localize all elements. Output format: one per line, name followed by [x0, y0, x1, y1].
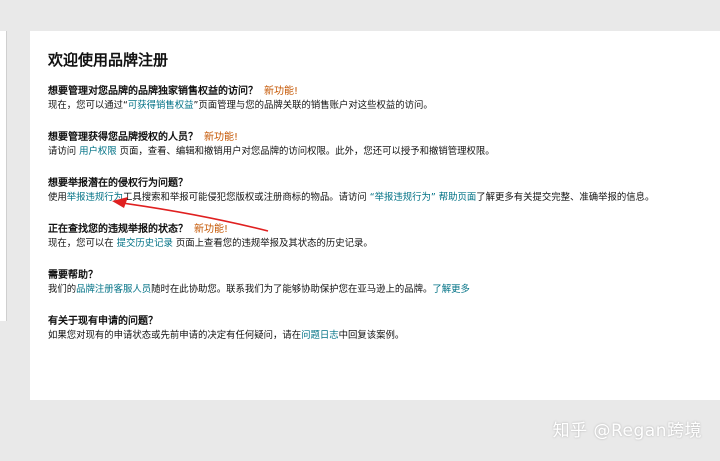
case-log-link[interactable]: 问题日志: [301, 330, 339, 341]
section-description: 如果您对现有的申请状态或先前申请的决定有任何疑问，请在问题日志中回复该案例。: [48, 330, 405, 341]
new-feature-badge: 新功能!: [194, 224, 229, 235]
brand-registry-welcome-card: 欢迎使用品牌注册 想要管理对您品牌的品牌独家销售权益的访问？ 新功能! 现在，您可…: [30, 31, 720, 400]
page-title: 欢迎使用品牌注册: [48, 51, 169, 69]
section-question: 想要管理获得您品牌授权的人员？ 新功能!: [48, 132, 239, 143]
section-question: 想要举报潜在的侵权行为问题？: [48, 178, 188, 189]
section-description: 现在，您可以在 提交历史记录 页面上查看您的违规举报及其状态的历史记录。: [48, 238, 373, 249]
section-question: 想要管理对您品牌的品牌独家销售权益的访问？ 新功能!: [48, 86, 299, 97]
report-violation-help-link[interactable]: “举报违规行为” 帮助页面: [370, 192, 476, 203]
section-report-infringement: 想要举报潜在的侵权行为问题？ 使用举报违规行为工具搜索和举报可能侵犯您版权或注册…: [48, 177, 720, 204]
section-question: 有关于现有申请的问题？: [48, 316, 158, 327]
report-violation-link[interactable]: 举报违规行为: [67, 192, 123, 203]
brand-registry-support-link[interactable]: 品牌注册客服人员: [76, 284, 151, 295]
section-description: 现在，您可以通过“可获得销售权益”页面管理与您的品牌关联的销售账户对这些权益的访…: [48, 100, 433, 111]
section-question: 正在查找您的违规举报的状态？ 新功能!: [48, 224, 229, 235]
zhihu-watermark: 知乎 @Regan跨境: [552, 421, 702, 441]
section-user-permissions: 想要管理获得您品牌授权的人员？ 新功能! 请访问 用户权限 页面，查看、编辑和撤销…: [48, 131, 720, 158]
section-question: 需要帮助？: [48, 270, 98, 281]
section-description: 使用举报违规行为工具搜索和举报可能侵犯您版权或注册商标的物品。请访问 “举报违规…: [48, 192, 655, 203]
left-panel: [0, 31, 7, 321]
section-description: 请访问 用户权限 页面，查看、编辑和撤销用户对您品牌的访问权限。此外，您还可以授…: [48, 146, 495, 157]
section-description: 我们的品牌注册客服人员随时在此协助您。联系我们为了能够协助保护您在亚马逊上的品牌…: [48, 284, 470, 295]
section-report-status: 正在查找您的违规举报的状态？ 新功能! 现在，您可以在 提交历史记录 页面上查看您…: [48, 223, 720, 250]
user-permissions-link[interactable]: 用户权限: [79, 146, 117, 157]
section-sales-rights: 想要管理对您品牌的品牌独家销售权益的访问？ 新功能! 现在，您可以通过“可获得销售…: [48, 85, 720, 112]
available-sales-rights-link[interactable]: 可获得销售权益: [128, 100, 194, 111]
submission-history-link[interactable]: 提交历史记录: [117, 238, 173, 249]
section-need-help: 需要帮助？ 我们的品牌注册客服人员随时在此协助您。联系我们为了能够协助保护您在亚…: [48, 269, 720, 296]
new-feature-badge: 新功能!: [204, 132, 239, 143]
new-feature-badge: 新功能!: [264, 86, 299, 97]
section-existing-application: 有关于现有申请的问题？ 如果您对现有的申请状态或先前申请的决定有任何疑问，请在问…: [48, 315, 720, 342]
learn-more-link[interactable]: 了解更多: [432, 284, 470, 295]
